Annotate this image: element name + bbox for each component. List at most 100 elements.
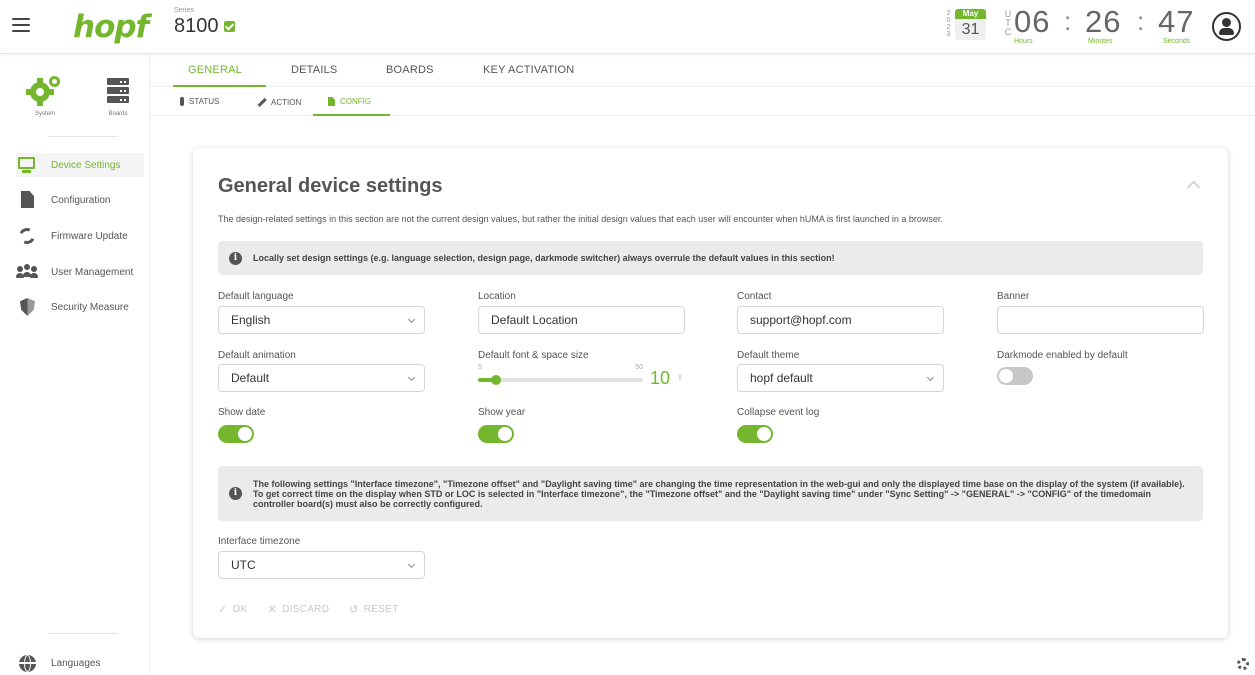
chevron-down-icon — [407, 373, 416, 382]
show-date-toggle[interactable] — [218, 425, 254, 443]
server-icon — [107, 78, 129, 108]
boards-label: Boards — [108, 111, 128, 117]
date-widget: 2023 May 31 — [944, 9, 986, 40]
info-text: Locally set design settings (e.g. langua… — [253, 253, 835, 263]
font-size-label: Default font & space size — [478, 350, 589, 361]
subtab-action[interactable]: ACTION — [256, 97, 301, 107]
contact-input[interactable]: support@hopf.com — [737, 306, 944, 334]
slider-max: 50 — [635, 364, 643, 371]
sidebar-item-label: User Management — [51, 266, 134, 278]
file-icon — [16, 190, 38, 210]
slider-min: 5 — [478, 364, 482, 371]
chevron-up-icon[interactable] — [1187, 178, 1199, 190]
year-vertical: 2023 — [946, 10, 951, 38]
system-label: System — [34, 111, 55, 117]
show-year-toggle[interactable] — [478, 425, 514, 443]
sidebar-item-label: Firmware Update — [51, 230, 128, 242]
default-language-label: Default language — [218, 291, 294, 302]
undo-icon: ↺ — [349, 604, 359, 616]
font-size-slider[interactable]: 5 50 — [478, 364, 643, 390]
interface-timezone-select[interactable]: UTC — [218, 551, 425, 579]
sidebar-item-languages[interactable]: Languages — [16, 651, 144, 675]
chevron-down-icon — [926, 373, 935, 382]
sidebar-item-label: Configuration — [51, 194, 111, 206]
subtab-indicator — [313, 114, 390, 116]
slider-handle[interactable] — [491, 375, 502, 385]
clock-minutes: 26 — [1085, 4, 1122, 39]
wrench-icon — [256, 97, 266, 107]
top-bar: hopf Series 8100 2023 May 31 UTC 06 : 26… — [0, 0, 1255, 54]
subtab-config[interactable]: CONFIG — [328, 97, 371, 106]
close-icon: ✕ — [267, 604, 278, 616]
reset-button[interactable]: ↺ RESET — [349, 603, 398, 616]
card-title: General device settings — [218, 175, 443, 197]
show-date-label: Show date — [218, 407, 266, 418]
ok-button[interactable]: ✓ OK — [218, 603, 248, 616]
sidebar-item-firmware-update[interactable]: Firmware Update — [16, 224, 144, 248]
main-tabs: GENERAL DETAILS BOARDS KEY ACTIVATION — [150, 54, 1255, 87]
chevron-down-icon — [407, 560, 416, 569]
spinner-icon[interactable]: ⇕ — [677, 374, 683, 382]
interface-timezone-label: Interface timezone — [218, 536, 301, 547]
users-icon — [16, 262, 38, 282]
sidebar-item-label: Security Measure — [51, 301, 129, 313]
gears-icon — [25, 74, 65, 108]
tab-key-activation[interactable]: KEY ACTIVATION — [483, 64, 574, 76]
globe-icon — [16, 653, 38, 673]
series-label: Series — [174, 7, 194, 14]
user-icon[interactable] — [1212, 12, 1241, 41]
refresh-icon — [16, 225, 38, 247]
sidebar-item-label: Languages — [51, 657, 101, 669]
calendar-icon: May 31 — [955, 9, 986, 40]
settings-gear-icon[interactable] — [1237, 658, 1249, 670]
default-theme-select[interactable]: hopf default — [737, 364, 944, 392]
system-button[interactable]: System — [25, 74, 65, 117]
clock-hours: 06 — [1014, 4, 1051, 39]
collapse-log-label: Collapse event log — [737, 407, 820, 418]
clock-separator: : — [1064, 6, 1072, 36]
clock-seconds: 47 — [1158, 4, 1195, 39]
monitor-icon — [16, 155, 38, 175]
boards-button[interactable]: Boards — [98, 74, 138, 117]
sidebar-item-configuration[interactable]: Configuration — [16, 188, 144, 212]
slider-track — [478, 378, 643, 382]
chevron-down-icon — [407, 315, 416, 324]
check-icon: ✓ — [218, 604, 228, 616]
default-animation-label: Default animation — [218, 350, 296, 361]
darkmode-toggle[interactable] — [997, 367, 1033, 385]
default-animation-select[interactable]: Default — [218, 364, 425, 392]
general-settings-card: General device settings The design-relat… — [193, 148, 1228, 638]
hours-label: Hours — [1014, 38, 1033, 45]
font-size-value: 10 — [650, 368, 671, 388]
darkmode-label: Darkmode enabled by default — [997, 350, 1128, 361]
series-value: 8100 — [174, 15, 219, 37]
discard-button[interactable]: ✕ DISCARD — [268, 603, 330, 616]
collapse-log-toggle[interactable] — [737, 425, 773, 443]
menu-icon[interactable] — [12, 18, 30, 32]
card-description: The design-related settings in this sect… — [218, 214, 943, 224]
sidebar: System Boards Device Settings Configurat… — [0, 54, 150, 675]
location-input[interactable]: Default Location — [478, 306, 685, 334]
document-icon — [328, 97, 335, 106]
seconds-label: Seconds — [1163, 38, 1191, 45]
default-theme-label: Default theme — [737, 350, 800, 361]
banner-label: Banner — [997, 291, 1030, 302]
hopf-logo[interactable]: hopf — [73, 9, 149, 45]
tab-boards[interactable]: BOARDS — [386, 64, 434, 76]
info-box: i Locally set design settings (e.g. lang… — [218, 241, 1203, 275]
sidebar-item-user-management[interactable]: User Management — [16, 260, 144, 284]
tab-indicator — [173, 85, 266, 87]
sidebar-item-device-settings[interactable]: Device Settings — [16, 153, 144, 177]
default-language-select[interactable]: English — [218, 306, 425, 334]
sidebar-item-security-measure[interactable]: Security Measure — [16, 295, 144, 319]
calendar-month: May — [955, 9, 986, 19]
subtab-status[interactable]: STATUS — [180, 97, 219, 106]
sidebar-divider — [48, 633, 118, 634]
tab-details[interactable]: DETAILS — [291, 64, 337, 76]
utc-vertical: UTC — [1004, 9, 1012, 37]
info-icon: i — [229, 251, 242, 265]
banner-input[interactable] — [997, 306, 1204, 334]
sub-tabs: STATUS ACTION CONFIG — [150, 88, 1255, 116]
tab-general[interactable]: GENERAL — [188, 64, 242, 76]
sidebar-divider — [48, 136, 118, 137]
